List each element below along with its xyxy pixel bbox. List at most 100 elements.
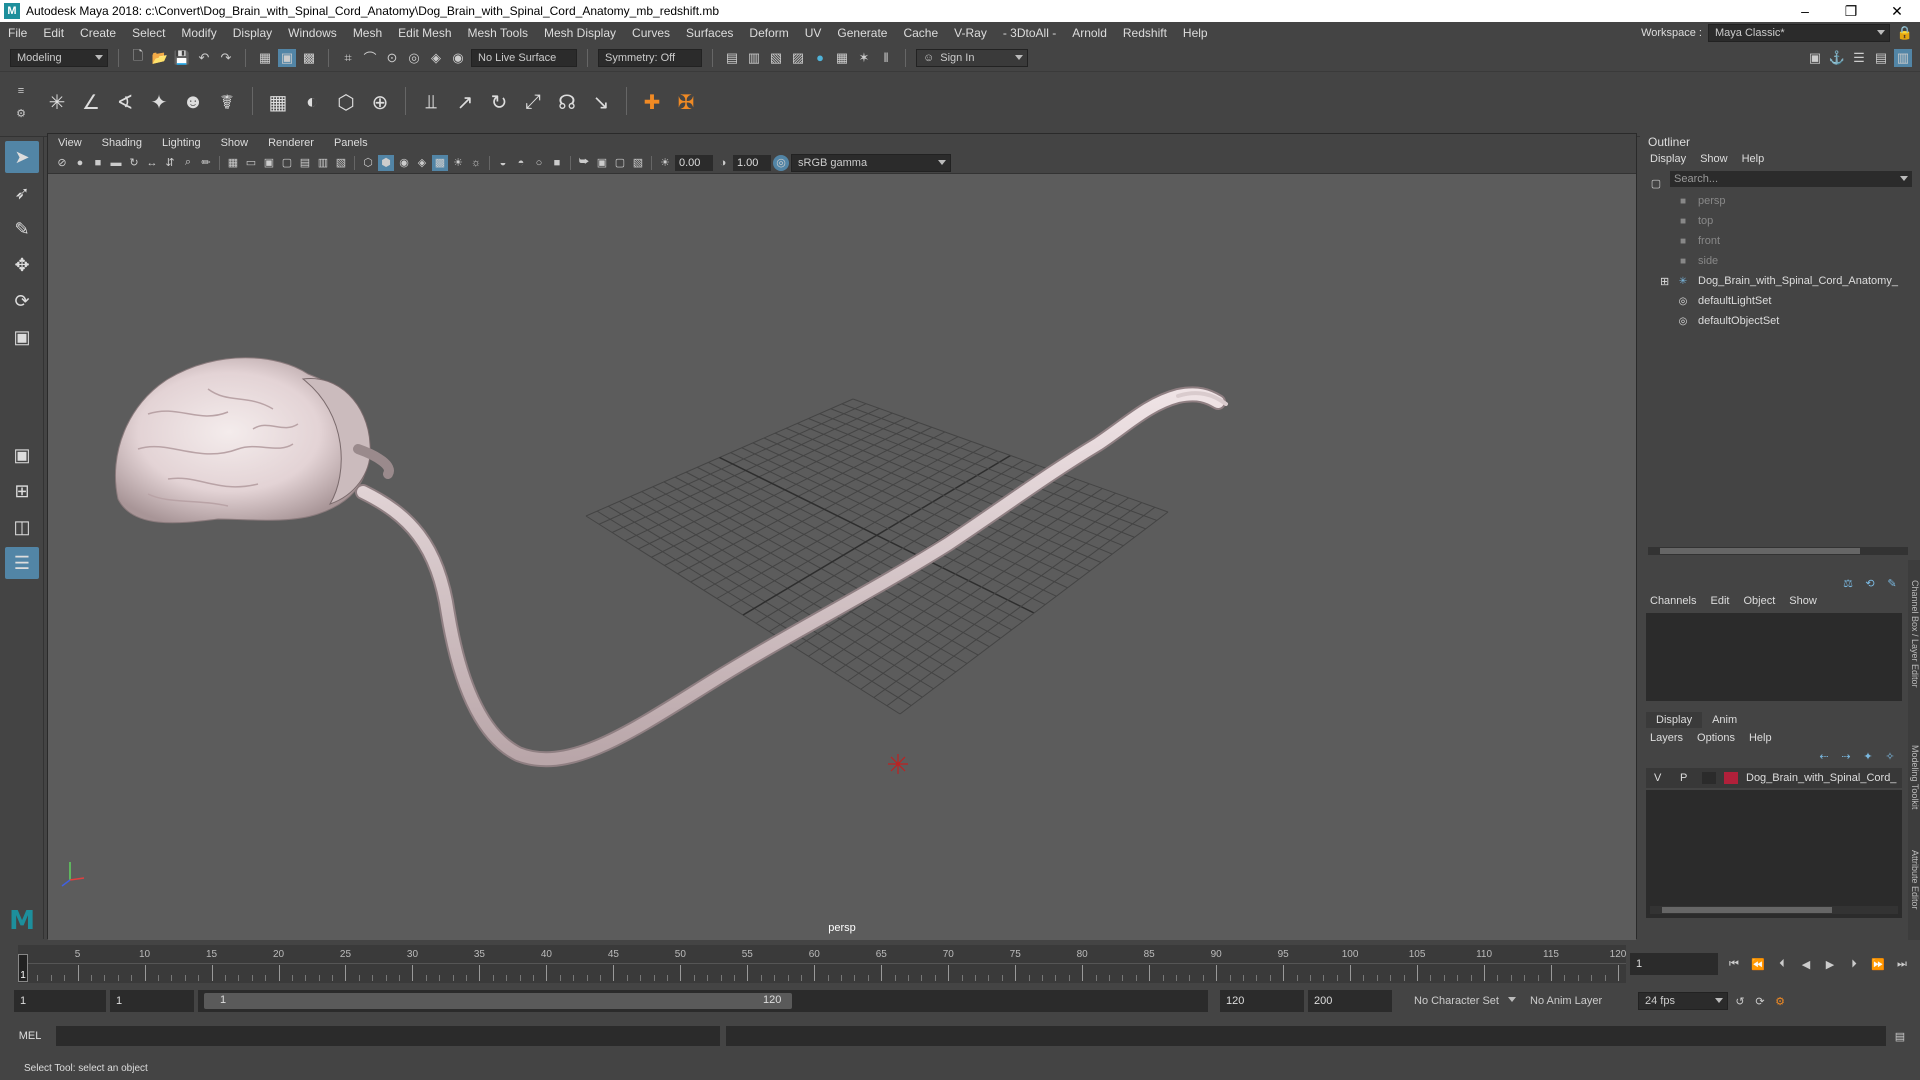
render-settings-icon[interactable]: ▨ [789, 49, 807, 67]
snap-view-icon[interactable]: ◎ [405, 49, 423, 67]
layer-visibility-toggle[interactable]: V [1654, 772, 1668, 784]
viewport-menu-lighting[interactable]: Lighting [152, 137, 211, 149]
use-default-material-icon[interactable]: ◉ [396, 155, 412, 171]
move-layer-down-icon[interactable]: ⇢ [1838, 748, 1854, 764]
select-object-icon[interactable]: ▣ [278, 48, 296, 67]
isolate-select-icon[interactable]: ⮩ [576, 155, 592, 171]
tab-anim[interactable]: Anim [1702, 712, 1747, 728]
animation-preferences-icon[interactable]: ⚙ [1772, 993, 1788, 1009]
menu-edit[interactable]: Edit [35, 26, 72, 40]
menu-create[interactable]: Create [72, 26, 124, 40]
render-view-icon[interactable]: ▥ [745, 49, 763, 67]
menu-edit-mesh[interactable]: Edit Mesh [390, 26, 459, 40]
menu-surfaces[interactable]: Surfaces [678, 26, 741, 40]
script-editor-icon[interactable]: ▤ [1892, 1028, 1908, 1044]
end-time-field[interactable]: 200 [1308, 990, 1392, 1012]
viewport-menu-shading[interactable]: Shading [92, 137, 152, 149]
ipr-render-icon[interactable]: ▧ [767, 49, 785, 67]
select-camera-icon[interactable]: ⊘ [54, 155, 70, 171]
outliner-item[interactable]: ◎ defaultLightSet [1640, 291, 1920, 311]
snap-curve-icon[interactable]: ⌒ [361, 49, 379, 67]
outliner-menu-show[interactable]: Show [1700, 153, 1728, 165]
step-back-key-icon[interactable]: ⏪ [1750, 956, 1766, 972]
menu-select[interactable]: Select [124, 26, 173, 40]
time-slider[interactable]: 5 10 15 20 25 30 35 40 45 50 55 60 65 70 75 80 85 90 95 100… [18, 945, 1626, 983]
command-language-label[interactable]: MEL [10, 1030, 50, 1042]
motion-blur-icon[interactable]: ○ [531, 155, 547, 171]
rotate-tool-icon[interactable]: ⟳ [5, 285, 39, 317]
playback-end-field[interactable]: 120 [1220, 990, 1304, 1012]
shelf-menu-icon[interactable]: ⚙ [13, 105, 29, 121]
close-button[interactable]: ✕ [1874, 3, 1920, 20]
channel-box-menu-edit[interactable]: Edit [1710, 595, 1729, 607]
paint-select-tool-icon[interactable]: ✎ [5, 213, 39, 245]
open-scene-icon[interactable]: 📂 [151, 49, 169, 67]
single-perspective-layout-icon[interactable]: ▣ [5, 439, 39, 471]
fps-dropdown[interactable]: 24 fps [1638, 992, 1728, 1010]
gate-mask-icon[interactable]: ▢ [279, 155, 295, 171]
bind-skin-icon[interactable]: ✦ [144, 87, 174, 117]
pause-icon[interactable]: ‖ [877, 49, 895, 67]
outliner-item[interactable]: ■ top [1640, 211, 1920, 231]
cluster-icon[interactable]: ⊕ [365, 87, 395, 117]
auto-key-icon[interactable]: ⟳ [1752, 993, 1768, 1009]
render-frame-icon[interactable]: ▤ [723, 49, 741, 67]
move-layer-up-icon[interactable]: ⇠ [1816, 748, 1832, 764]
outliner-search-input[interactable]: Search... [1670, 171, 1912, 187]
menu-mesh[interactable]: Mesh [345, 26, 390, 40]
camera-attributes-icon[interactable]: ● [72, 155, 88, 171]
constraint-scale-icon[interactable]: ⤢ [518, 87, 548, 117]
channel-box-toggle-icon[interactable]: ▥ [1894, 48, 1912, 67]
color-management-icon[interactable]: ◎ [773, 154, 789, 171]
snap-live-icon[interactable]: ◉ [449, 49, 467, 67]
step-forward-frame-icon[interactable]: ⏵ [1846, 956, 1862, 972]
menu-generate[interactable]: Generate [829, 26, 895, 40]
go-to-end-icon[interactable]: ⏭ [1894, 956, 1910, 972]
outliner-item[interactable]: ◎ defaultObjectSet [1640, 311, 1920, 331]
outliner-menu-display[interactable]: Display [1650, 153, 1686, 165]
tab-modeling-toolkit[interactable]: Modeling Toolkit [1908, 745, 1920, 809]
film-gate-icon[interactable]: ▭ [243, 155, 259, 171]
wireframe-on-shaded-icon[interactable]: ◈ [414, 155, 430, 171]
blend-shape-icon[interactable]: ◐ [297, 87, 327, 117]
play-backwards-icon[interactable]: ◀ [1798, 956, 1814, 972]
bookmark-icon[interactable]: ■ [90, 155, 106, 171]
constraint-pole-icon[interactable]: ↘ [586, 87, 616, 117]
character-set-dropdown[interactable]: No Character Set [1396, 992, 1520, 1010]
new-layer-selected-icon[interactable]: ✧ [1882, 748, 1898, 764]
live-surface-field[interactable]: No Live Surface [471, 48, 577, 67]
play-forwards-icon[interactable]: ▶ [1822, 956, 1838, 972]
snap-point-icon[interactable]: ⊙ [383, 49, 401, 67]
maximize-button[interactable]: ❐ [1828, 3, 1874, 20]
loop-icon[interactable]: ↺ [1732, 993, 1748, 1009]
constraint-point-icon[interactable]: ⫫ [416, 87, 446, 117]
select-hierarchy-icon[interactable]: ▦ [256, 49, 274, 67]
constraint-orient-icon[interactable]: ↻ [484, 87, 514, 117]
layer-editor-menu-help[interactable]: Help [1749, 732, 1772, 744]
attribute-editor-toggle-icon[interactable]: ☰ [1850, 49, 1868, 67]
menu-modify[interactable]: Modify [173, 26, 224, 40]
channel-box-edit-icon[interactable]: ✎ [1884, 575, 1900, 591]
lattice-icon[interactable]: ▦ [263, 87, 293, 117]
outliner-item[interactable]: ■ side [1640, 251, 1920, 271]
new-scene-icon[interactable]: 🗋 [129, 48, 147, 67]
quick-rig-icon[interactable]: ☻ [178, 87, 208, 117]
exposure-field[interactable]: 0.00 [675, 154, 713, 171]
channel-box-attribute-icon[interactable]: ⚖ [1840, 575, 1856, 591]
lighting-icon[interactable]: ☼ [468, 155, 484, 171]
layer-editor-menu-options[interactable]: Options [1697, 732, 1735, 744]
layer-editor-menu-layers[interactable]: Layers [1650, 732, 1683, 744]
scale-tool-icon[interactable]: ▣ [5, 321, 39, 353]
xray-joints-icon[interactable]: ▣ [594, 155, 610, 171]
menu-deform[interactable]: Deform [741, 26, 796, 40]
shadows-icon[interactable]: ◒ [495, 155, 511, 171]
constraint-parent-icon[interactable]: ☊ [552, 87, 582, 117]
shelf-tabs-icon[interactable]: ≡ [13, 83, 29, 99]
joint-tool-icon[interactable]: ✳ [42, 87, 72, 117]
field-chart-icon[interactable]: ▤ [297, 155, 313, 171]
menu-v-ray[interactable]: V-Ray [946, 26, 995, 40]
channel-box-sync-icon[interactable]: ⟲ [1862, 575, 1878, 591]
select-component-icon[interactable]: ▩ [300, 49, 318, 67]
sign-in-button[interactable]: ☺ Sign In [916, 48, 1028, 67]
hypershade-icon[interactable]: ● [811, 49, 829, 67]
